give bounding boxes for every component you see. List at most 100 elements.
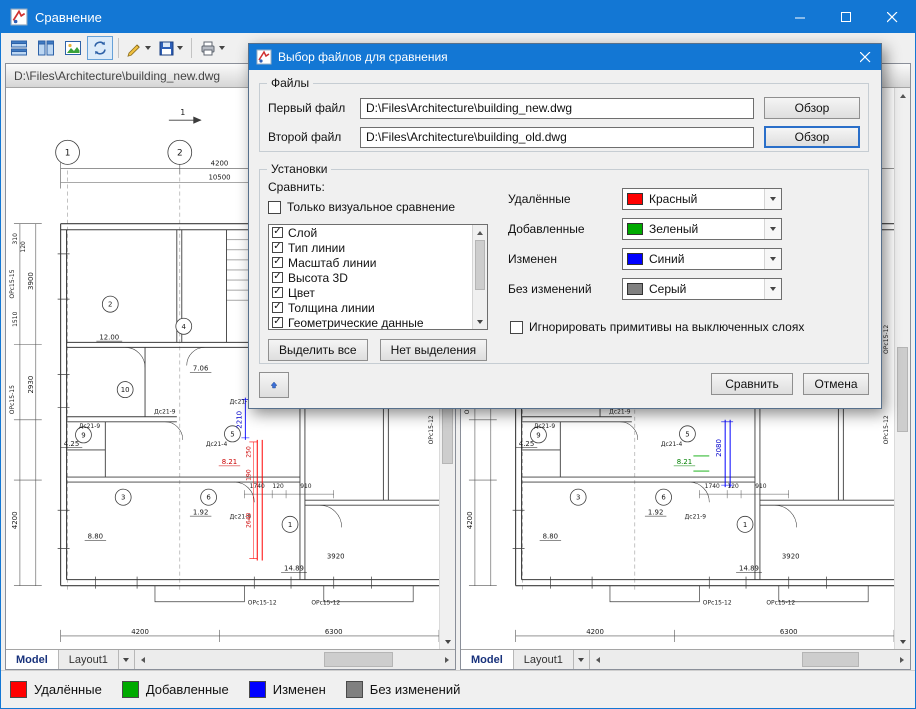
dialog-close-button[interactable] <box>849 44 881 70</box>
option-checkbox[interactable] <box>272 242 283 253</box>
option-checkbox[interactable] <box>272 287 283 298</box>
dimension-label: 12.00 <box>99 333 119 341</box>
tile-horizontal-icon <box>10 39 28 57</box>
scroll-thumb[interactable] <box>475 240 485 290</box>
option-label: Цвет <box>288 286 315 300</box>
compare-button[interactable]: Сравнить <box>711 373 793 395</box>
tile-horizontal-button[interactable] <box>6 36 32 60</box>
image-preview-icon <box>64 39 82 57</box>
chevron-down-icon[interactable] <box>764 219 781 239</box>
dimension-label: 1.92 <box>193 508 208 516</box>
compare-option[interactable]: Цвет <box>269 285 472 300</box>
image-preview-button[interactable] <box>60 36 86 60</box>
option-checkbox[interactable] <box>272 257 283 268</box>
compare-option[interactable]: Высота 3D <box>269 270 472 285</box>
dimension-label: 6 <box>661 494 665 502</box>
chevron-down-icon[interactable] <box>764 249 781 269</box>
visual-only-label: Только визуальное сравнение <box>287 200 455 214</box>
tab-list-button[interactable] <box>119 650 135 669</box>
dimension-label: 10500 <box>208 173 230 181</box>
color-row-label: Без изменений <box>508 282 622 296</box>
tab-layout1[interactable]: Layout1 <box>59 650 119 669</box>
clear-selection-button[interactable]: Нет выделения <box>380 339 488 361</box>
scroll-right-button[interactable] <box>894 650 910 669</box>
visual-only-checkbox[interactable] <box>268 201 281 214</box>
plan-line <box>320 505 342 527</box>
option-checkbox[interactable] <box>272 227 283 238</box>
compare-option[interactable]: Слой <box>269 225 472 240</box>
compare-option[interactable]: Геометрические данные <box>269 315 472 329</box>
scroll-track[interactable] <box>606 650 894 669</box>
option-checkbox[interactable] <box>272 302 283 313</box>
ignore-off-layers-checkbox[interactable] <box>510 321 523 334</box>
browse-first-button[interactable]: Обзор <box>764 97 860 119</box>
list-scrollbar[interactable] <box>472 225 487 329</box>
tab-model[interactable]: Model <box>6 650 59 669</box>
scroll-track[interactable] <box>895 103 910 634</box>
edit-button[interactable] <box>123 36 154 60</box>
dimension-label: 14.89 <box>739 565 759 573</box>
scroll-left-button[interactable] <box>590 650 606 669</box>
second-file-input[interactable] <box>360 127 754 148</box>
horizontal-scrollbar[interactable] <box>590 650 910 669</box>
visual-only-row[interactable]: Только визуальное сравнение <box>268 200 455 214</box>
select-all-button[interactable]: Выделить все <box>268 339 368 361</box>
chevron-down-icon[interactable] <box>764 189 781 209</box>
compare-option[interactable]: Толщина линии <box>269 300 472 315</box>
dimension-label: ОРс15-12 <box>883 325 890 354</box>
dimension-label: 2640 <box>245 512 252 528</box>
option-label: Тип линии <box>288 241 345 255</box>
scroll-thumb[interactable] <box>802 652 860 667</box>
tile-vertical-button[interactable] <box>33 36 59 60</box>
scroll-down-button[interactable] <box>473 314 487 329</box>
first-file-label: Первый файл <box>268 101 360 115</box>
dimension-label: 120 <box>272 483 284 490</box>
scroll-left-button[interactable] <box>135 650 151 669</box>
chevron-down-icon[interactable] <box>764 279 781 299</box>
move-up-button[interactable] <box>259 372 289 398</box>
scroll-right-button[interactable] <box>439 650 455 669</box>
minimize-button[interactable] <box>777 1 823 33</box>
color-combobox-0[interactable]: Красный <box>622 188 782 210</box>
tab-layout1[interactable]: Layout1 <box>514 650 574 669</box>
scroll-down-button[interactable] <box>895 634 910 649</box>
horizontal-scrollbar[interactable] <box>135 650 455 669</box>
scroll-track[interactable] <box>151 650 439 669</box>
first-file-input[interactable] <box>360 98 754 119</box>
close-button[interactable] <box>869 1 915 33</box>
print-button[interactable] <box>196 36 228 60</box>
color-combobox-1[interactable]: Зеленый <box>622 218 782 240</box>
option-checkbox[interactable] <box>272 272 283 283</box>
compare-option[interactable]: Тип линии <box>269 240 472 255</box>
scroll-down-button[interactable] <box>440 634 455 649</box>
arrow-right-icon <box>900 657 904 663</box>
compare-options-list[interactable]: СлойТип линииМасштаб линииВысота 3DЦветТ… <box>268 224 488 330</box>
color-combobox-2[interactable]: Синий <box>622 248 782 270</box>
save-button[interactable] <box>155 36 186 60</box>
compare-option[interactable]: Масштаб линии <box>269 255 472 270</box>
title-bar: Сравнение <box>1 1 915 33</box>
scroll-thumb[interactable] <box>324 652 393 667</box>
close-icon <box>887 12 898 23</box>
color-row-label: Удалённые <box>508 192 622 206</box>
scroll-thumb[interactable] <box>897 347 908 432</box>
vertical-scrollbar[interactable] <box>894 88 910 649</box>
maximize-button[interactable] <box>823 1 869 33</box>
chevron-down-icon[interactable] <box>177 46 183 50</box>
ignore-off-layers-row[interactable]: Игнорировать примитивы на выключенных сл… <box>510 320 804 334</box>
chevron-down-icon[interactable] <box>145 46 151 50</box>
cancel-button[interactable]: Отмена <box>803 373 869 395</box>
legend-swatch <box>249 681 266 698</box>
arrow-right-icon <box>445 657 449 663</box>
compare-sync-button[interactable] <box>87 36 113 60</box>
chevron-down-icon[interactable] <box>219 46 225 50</box>
option-checkbox[interactable] <box>272 317 283 328</box>
browse-second-button[interactable]: Обзор <box>764 126 860 148</box>
scroll-up-button[interactable] <box>473 225 487 240</box>
legend-label: Изменен <box>273 682 326 697</box>
tab-list-button[interactable] <box>574 650 590 669</box>
color-combobox-3[interactable]: Серый <box>622 278 782 300</box>
app-window: Сравнение <box>0 0 916 709</box>
scroll-up-button[interactable] <box>895 88 910 103</box>
tab-model[interactable]: Model <box>461 650 514 669</box>
